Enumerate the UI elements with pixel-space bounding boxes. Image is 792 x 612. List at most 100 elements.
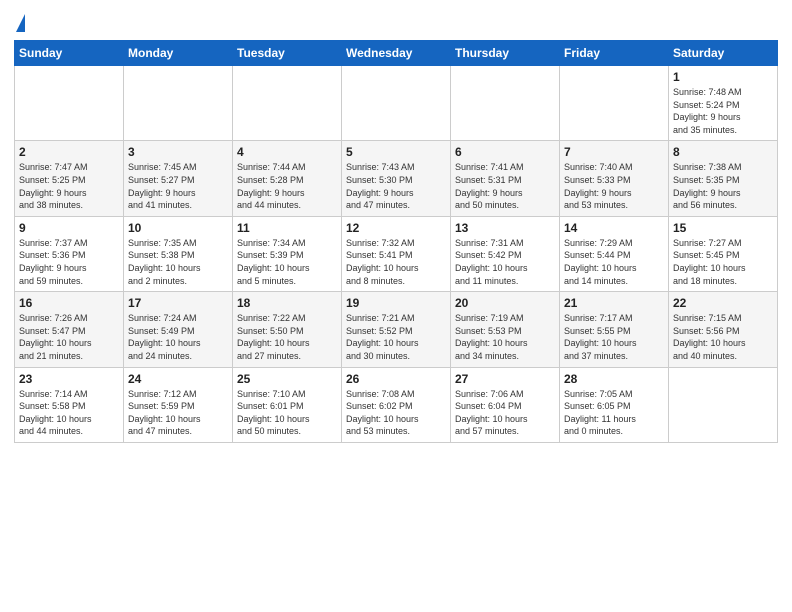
calendar-day-1: 1 Sunrise: 7:48 AM Sunset: 5:24 PM Daylig… [669, 66, 778, 141]
day-number: 15 [673, 221, 773, 235]
calendar-day-5: 5Sunrise: 7:43 AM Sunset: 5:30 PM Daylig… [342, 141, 451, 216]
day-number: 4 [237, 145, 337, 159]
calendar-day-12: 12 Sunrise: 7:32 AM Sunset: 5:41 PM Dayli… [342, 216, 451, 291]
calendar-day-11: 11 Sunrise: 7:34 AM Sunset: 5:39 PM Dayli… [233, 216, 342, 291]
day-number: 22 [673, 296, 773, 310]
calendar-table: SundayMondayTuesdayWednesdayThursdayFrid… [14, 40, 778, 443]
day-number: 1 [673, 70, 773, 84]
calendar-week-row: 16 Sunrise: 7:26 AM Sunset: 5:47 PM Dayli… [15, 292, 778, 367]
day-info: Sunrise: 7:38 AM Sunset: 5:35 PM Dayligh… [673, 161, 773, 211]
day-number: 28 [564, 372, 664, 386]
calendar-week-row: 23Sunrise: 7:14 AM Sunset: 5:58 PM Dayli… [15, 367, 778, 442]
calendar-day-15: 15 Sunrise: 7:27 AM Sunset: 5:45 PM Dayli… [669, 216, 778, 291]
calendar-day-17: 17 Sunrise: 7:24 AM Sunset: 5:49 PM Dayli… [124, 292, 233, 367]
calendar-day-10: 10 Sunrise: 7:35 AM Sunset: 5:38 PM Dayli… [124, 216, 233, 291]
calendar-day-27: 27 Sunrise: 7:06 AM Sunset: 6:04 PM Dayli… [451, 367, 560, 442]
day-info: Sunrise: 7:19 AM Sunset: 5:53 PM Dayligh… [455, 312, 555, 362]
day-info: Sunrise: 7:05 AM Sunset: 6:05 PM Dayligh… [564, 388, 664, 438]
calendar-day-3: 3 Sunrise: 7:45 AM Sunset: 5:27 PM Daylig… [124, 141, 233, 216]
day-number: 3 [128, 145, 228, 159]
calendar-empty-cell [669, 367, 778, 442]
day-info: Sunrise: 7:27 AM Sunset: 5:45 PM Dayligh… [673, 237, 773, 287]
calendar-day-14: 14 Sunrise: 7:29 AM Sunset: 5:44 PM Dayli… [560, 216, 669, 291]
day-number: 14 [564, 221, 664, 235]
calendar-day-19: 19Sunrise: 7:21 AM Sunset: 5:52 PM Dayli… [342, 292, 451, 367]
calendar-empty-cell [124, 66, 233, 141]
day-info: Sunrise: 7:10 AM Sunset: 6:01 PM Dayligh… [237, 388, 337, 438]
day-info: Sunrise: 7:32 AM Sunset: 5:41 PM Dayligh… [346, 237, 446, 287]
day-info: Sunrise: 7:48 AM Sunset: 5:24 PM Dayligh… [673, 86, 773, 136]
calendar-empty-cell [560, 66, 669, 141]
day-number: 12 [346, 221, 446, 235]
day-number: 26 [346, 372, 446, 386]
calendar-empty-cell [233, 66, 342, 141]
day-info: Sunrise: 7:37 AM Sunset: 5:36 PM Dayligh… [19, 237, 119, 287]
day-number: 24 [128, 372, 228, 386]
logo-triangle-icon [16, 14, 25, 32]
day-info: Sunrise: 7:47 AM Sunset: 5:25 PM Dayligh… [19, 161, 119, 211]
calendar-empty-cell [15, 66, 124, 141]
day-info: Sunrise: 7:26 AM Sunset: 5:47 PM Dayligh… [19, 312, 119, 362]
day-number: 20 [455, 296, 555, 310]
day-info: Sunrise: 7:15 AM Sunset: 5:56 PM Dayligh… [673, 312, 773, 362]
calendar-empty-cell [451, 66, 560, 141]
day-info: Sunrise: 7:06 AM Sunset: 6:04 PM Dayligh… [455, 388, 555, 438]
weekday-header-wednesday: Wednesday [342, 41, 451, 66]
day-info: Sunrise: 7:31 AM Sunset: 5:42 PM Dayligh… [455, 237, 555, 287]
day-info: Sunrise: 7:29 AM Sunset: 5:44 PM Dayligh… [564, 237, 664, 287]
header [14, 10, 778, 34]
calendar-day-8: 8 Sunrise: 7:38 AM Sunset: 5:35 PM Daylig… [669, 141, 778, 216]
calendar-day-16: 16 Sunrise: 7:26 AM Sunset: 5:47 PM Dayli… [15, 292, 124, 367]
calendar-day-7: 7Sunrise: 7:40 AM Sunset: 5:33 PM Daylig… [560, 141, 669, 216]
day-number: 16 [19, 296, 119, 310]
day-number: 25 [237, 372, 337, 386]
day-number: 9 [19, 221, 119, 235]
day-number: 13 [455, 221, 555, 235]
day-info: Sunrise: 7:35 AM Sunset: 5:38 PM Dayligh… [128, 237, 228, 287]
day-number: 18 [237, 296, 337, 310]
day-number: 8 [673, 145, 773, 159]
day-info: Sunrise: 7:43 AM Sunset: 5:30 PM Dayligh… [346, 161, 446, 211]
logo [14, 14, 25, 34]
calendar-day-26: 26Sunrise: 7:08 AM Sunset: 6:02 PM Dayli… [342, 367, 451, 442]
day-info: Sunrise: 7:12 AM Sunset: 5:59 PM Dayligh… [128, 388, 228, 438]
weekday-header-saturday: Saturday [669, 41, 778, 66]
weekday-header-monday: Monday [124, 41, 233, 66]
logo-area [14, 10, 25, 34]
calendar-empty-cell [342, 66, 451, 141]
day-number: 21 [564, 296, 664, 310]
day-info: Sunrise: 7:21 AM Sunset: 5:52 PM Dayligh… [346, 312, 446, 362]
calendar-day-21: 21 Sunrise: 7:17 AM Sunset: 5:55 PM Dayli… [560, 292, 669, 367]
day-number: 6 [455, 145, 555, 159]
day-info: Sunrise: 7:24 AM Sunset: 5:49 PM Dayligh… [128, 312, 228, 362]
calendar-day-23: 23Sunrise: 7:14 AM Sunset: 5:58 PM Dayli… [15, 367, 124, 442]
day-number: 17 [128, 296, 228, 310]
day-info: Sunrise: 7:14 AM Sunset: 5:58 PM Dayligh… [19, 388, 119, 438]
calendar-day-25: 25 Sunrise: 7:10 AM Sunset: 6:01 PM Dayli… [233, 367, 342, 442]
calendar-week-row: 9 Sunrise: 7:37 AM Sunset: 5:36 PM Daylig… [15, 216, 778, 291]
day-number: 27 [455, 372, 555, 386]
day-info: Sunrise: 7:34 AM Sunset: 5:39 PM Dayligh… [237, 237, 337, 287]
weekday-header-friday: Friday [560, 41, 669, 66]
calendar-day-18: 18 Sunrise: 7:22 AM Sunset: 5:50 PM Dayli… [233, 292, 342, 367]
calendar-day-2: 2 Sunrise: 7:47 AM Sunset: 5:25 PM Daylig… [15, 141, 124, 216]
calendar-day-4: 4 Sunrise: 7:44 AM Sunset: 5:28 PM Daylig… [233, 141, 342, 216]
page: SundayMondayTuesdayWednesdayThursdayFrid… [0, 0, 792, 612]
day-info: Sunrise: 7:40 AM Sunset: 5:33 PM Dayligh… [564, 161, 664, 211]
day-info: Sunrise: 7:22 AM Sunset: 5:50 PM Dayligh… [237, 312, 337, 362]
calendar-day-9: 9 Sunrise: 7:37 AM Sunset: 5:36 PM Daylig… [15, 216, 124, 291]
calendar-header-row: SundayMondayTuesdayWednesdayThursdayFrid… [15, 41, 778, 66]
day-info: Sunrise: 7:41 AM Sunset: 5:31 PM Dayligh… [455, 161, 555, 211]
calendar-day-22: 22 Sunrise: 7:15 AM Sunset: 5:56 PM Dayli… [669, 292, 778, 367]
calendar-day-6: 6 Sunrise: 7:41 AM Sunset: 5:31 PM Daylig… [451, 141, 560, 216]
calendar-day-28: 28 Sunrise: 7:05 AM Sunset: 6:05 PM Dayli… [560, 367, 669, 442]
calendar-week-row: 1 Sunrise: 7:48 AM Sunset: 5:24 PM Daylig… [15, 66, 778, 141]
day-info: Sunrise: 7:45 AM Sunset: 5:27 PM Dayligh… [128, 161, 228, 211]
weekday-header-sunday: Sunday [15, 41, 124, 66]
day-number: 2 [19, 145, 119, 159]
day-number: 10 [128, 221, 228, 235]
day-info: Sunrise: 7:17 AM Sunset: 5:55 PM Dayligh… [564, 312, 664, 362]
calendar-day-13: 13 Sunrise: 7:31 AM Sunset: 5:42 PM Dayli… [451, 216, 560, 291]
day-number: 11 [237, 221, 337, 235]
day-info: Sunrise: 7:44 AM Sunset: 5:28 PM Dayligh… [237, 161, 337, 211]
